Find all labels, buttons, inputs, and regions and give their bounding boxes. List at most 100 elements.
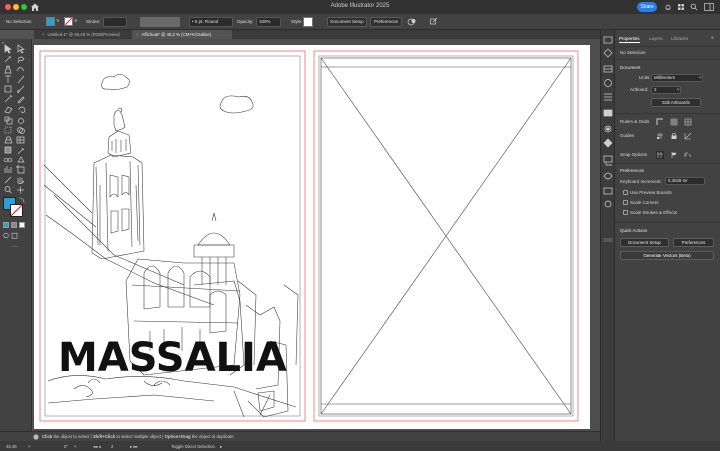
divider [615, 222, 720, 223]
hint-text: the object to duplicate [190, 434, 234, 439]
preferences-button[interactable]: Preferences [370, 17, 402, 27]
tab-label: Affichuat* @ 48,2 % (CMYK/Outline) [141, 32, 212, 37]
share-button[interactable]: Share [637, 2, 657, 12]
next-artboard-icon[interactable]: ▸ ▸▸ [130, 444, 138, 450]
rulers-grids-label: Rulers & Grids [620, 119, 650, 124]
recolor-artwork-icon[interactable] [407, 17, 417, 27]
current-tool-name: Toggle Direct Selection [171, 444, 215, 449]
tool-icons-grid [3, 44, 26, 194]
generate-vectors-button[interactable]: Generate Vectors (Beta) [620, 251, 714, 260]
tab-affichuat[interactable]: × Affichuat* @ 48,2 % (CMYK/Outline) [132, 30, 232, 39]
selection-type: No Selection [620, 50, 646, 55]
graphic-style-swatch[interactable] [303, 17, 313, 27]
draw-mode-icon[interactable] [3, 232, 27, 239]
snap-to-grid-icon[interactable] [656, 151, 664, 159]
help-icon [33, 434, 39, 440]
chevron-down-icon: ˅ [699, 75, 702, 80]
artboard-artwork[interactable]: MASSALIA [34, 45, 590, 429]
show-guides-icon[interactable] [656, 132, 664, 140]
brush-definition-value: 5 pt. Round [194, 19, 219, 24]
chevron-down-icon[interactable]: ˅ [56, 18, 60, 26]
ruler-icon[interactable] [656, 118, 664, 126]
fill-color-swatch[interactable] [46, 17, 55, 26]
color-mode-buttons[interactable] [3, 222, 27, 228]
divider [615, 163, 720, 164]
hint-shift: Shift+Click [92, 434, 116, 439]
status-hint-text: Click the object to select | Shift+Click… [42, 434, 234, 439]
preferences-panel-button[interactable]: Preferences [673, 238, 714, 247]
tools-panel: » ··· [0, 39, 32, 431]
stroke-label: Stroke: [86, 19, 101, 24]
stroke-indicator[interactable] [10, 204, 23, 217]
search-icon[interactable] [690, 3, 698, 11]
units-dropdown[interactable]: Millimeters [651, 74, 703, 82]
control-bar: No Selection ˅ ˅ Stroke: • 5 pt. Round O… [0, 14, 720, 30]
zoom-dropdown-icon[interactable]: ˅ [28, 444, 31, 449]
tab-layers[interactable]: Layers [649, 36, 663, 41]
grid-icon[interactable] [670, 118, 678, 126]
artboard-label: Artboard: [630, 87, 649, 92]
document-tab-bar: × Untitled-1* @ 66,48 % (RGB/Preview) × Af… [34, 30, 600, 39]
panel-icon-strip [600, 30, 614, 441]
collapse-icon-strip-icon[interactable] [603, 238, 613, 242]
document-setup-panel-button[interactable]: Document Setup [620, 238, 669, 247]
status-hint-bar: Click the object to select | Shift+Click… [0, 431, 600, 441]
checkbox-label: Scale Strokes & Effects [630, 210, 677, 215]
use-preview-bounds-checkbox[interactable] [623, 190, 628, 195]
app-title: Adobe Illustrator 2025 [330, 3, 390, 9]
tab-untitled-1[interactable]: × Untitled-1* @ 66,48 % (RGB/Preview) [38, 30, 128, 39]
panel-menu-icon[interactable]: ≡ [711, 35, 714, 40]
arrange-icon[interactable] [430, 17, 438, 27]
close-tab-icon[interactable]: × [136, 32, 139, 37]
poster-headline[interactable]: MASSALIA [58, 335, 287, 381]
keyboard-increment-field[interactable]: 0,3528 mr [665, 177, 705, 185]
hint-click: Click [42, 434, 53, 439]
swap-fill-stroke-icon[interactable] [19, 197, 25, 203]
stroke-color-swatch[interactable] [64, 17, 73, 26]
guides-label: Guides [620, 133, 635, 138]
divider [615, 46, 720, 47]
rotation-field[interactable]: 0° [64, 444, 68, 449]
rotation-dropdown-icon[interactable]: ˅ [74, 444, 77, 449]
scale-strokes-effects-checkbox[interactable] [623, 210, 628, 215]
opacity-field[interactable]: 100% [256, 17, 281, 27]
checkbox-label: Use Preview Bounds [630, 190, 672, 195]
snap-to-point-icon[interactable] [670, 151, 678, 159]
scale-corners-checkbox[interactable] [623, 200, 628, 205]
more-tools-icon[interactable]: ··· [10, 243, 20, 251]
divider [615, 59, 720, 60]
variable-width-profile-dropdown[interactable] [140, 17, 180, 27]
snap-to-glyph-icon[interactable] [684, 151, 692, 159]
tool-menu-icon[interactable]: ▸ [220, 444, 222, 450]
stroke-weight-field[interactable] [103, 17, 127, 27]
smart-guides-icon[interactable] [684, 132, 692, 140]
lock-guides-icon[interactable] [670, 132, 678, 140]
hint-text: the object to select | [52, 434, 93, 439]
preferences-section-title: Preferences [620, 168, 645, 173]
selection-status: No Selection [6, 19, 32, 24]
artboard-number-field[interactable]: 2 [111, 444, 113, 449]
previous-artboard-icon[interactable]: ◂◂ ◂ [93, 444, 101, 450]
tab-properties[interactable]: Properties [619, 36, 640, 43]
brush-definition-dropdown[interactable]: • 5 pt. Round [189, 17, 233, 27]
hint-option: Option+Drag [164, 434, 191, 439]
document-setup-button[interactable]: Document Setup [327, 17, 367, 27]
edit-artboards-button[interactable]: Edit Artboards [651, 98, 701, 107]
pixel-grid-icon[interactable] [684, 118, 692, 126]
bell-icon[interactable] [664, 3, 672, 11]
workspace-icon[interactable] [704, 3, 714, 11]
title-bar: Adobe Illustrator 2025 Share [0, 0, 720, 14]
chevron-down-icon[interactable]: ˅ [74, 18, 78, 26]
tab-libraries[interactable]: Libraries [671, 36, 688, 41]
image-placeholder-frame [320, 57, 572, 415]
panel-icons[interactable] [603, 36, 613, 226]
properties-panel: Properties Layers Libraries ≡ No Selecti… [614, 30, 720, 441]
keyboard-increment-label: Keyboard Increment: [620, 179, 662, 184]
arrange-documents-icon[interactable] [677, 3, 685, 11]
hint-text: to select multiple object | [115, 434, 165, 439]
zoom-field[interactable]: 48,36 [6, 444, 17, 449]
close-tab-icon[interactable]: × [42, 32, 45, 37]
units-label: Units: [639, 75, 651, 80]
tab-label: Untitled-1* @ 66,48 % (RGB/Preview) [47, 32, 120, 37]
chevron-down-icon: ˅ [677, 87, 680, 92]
